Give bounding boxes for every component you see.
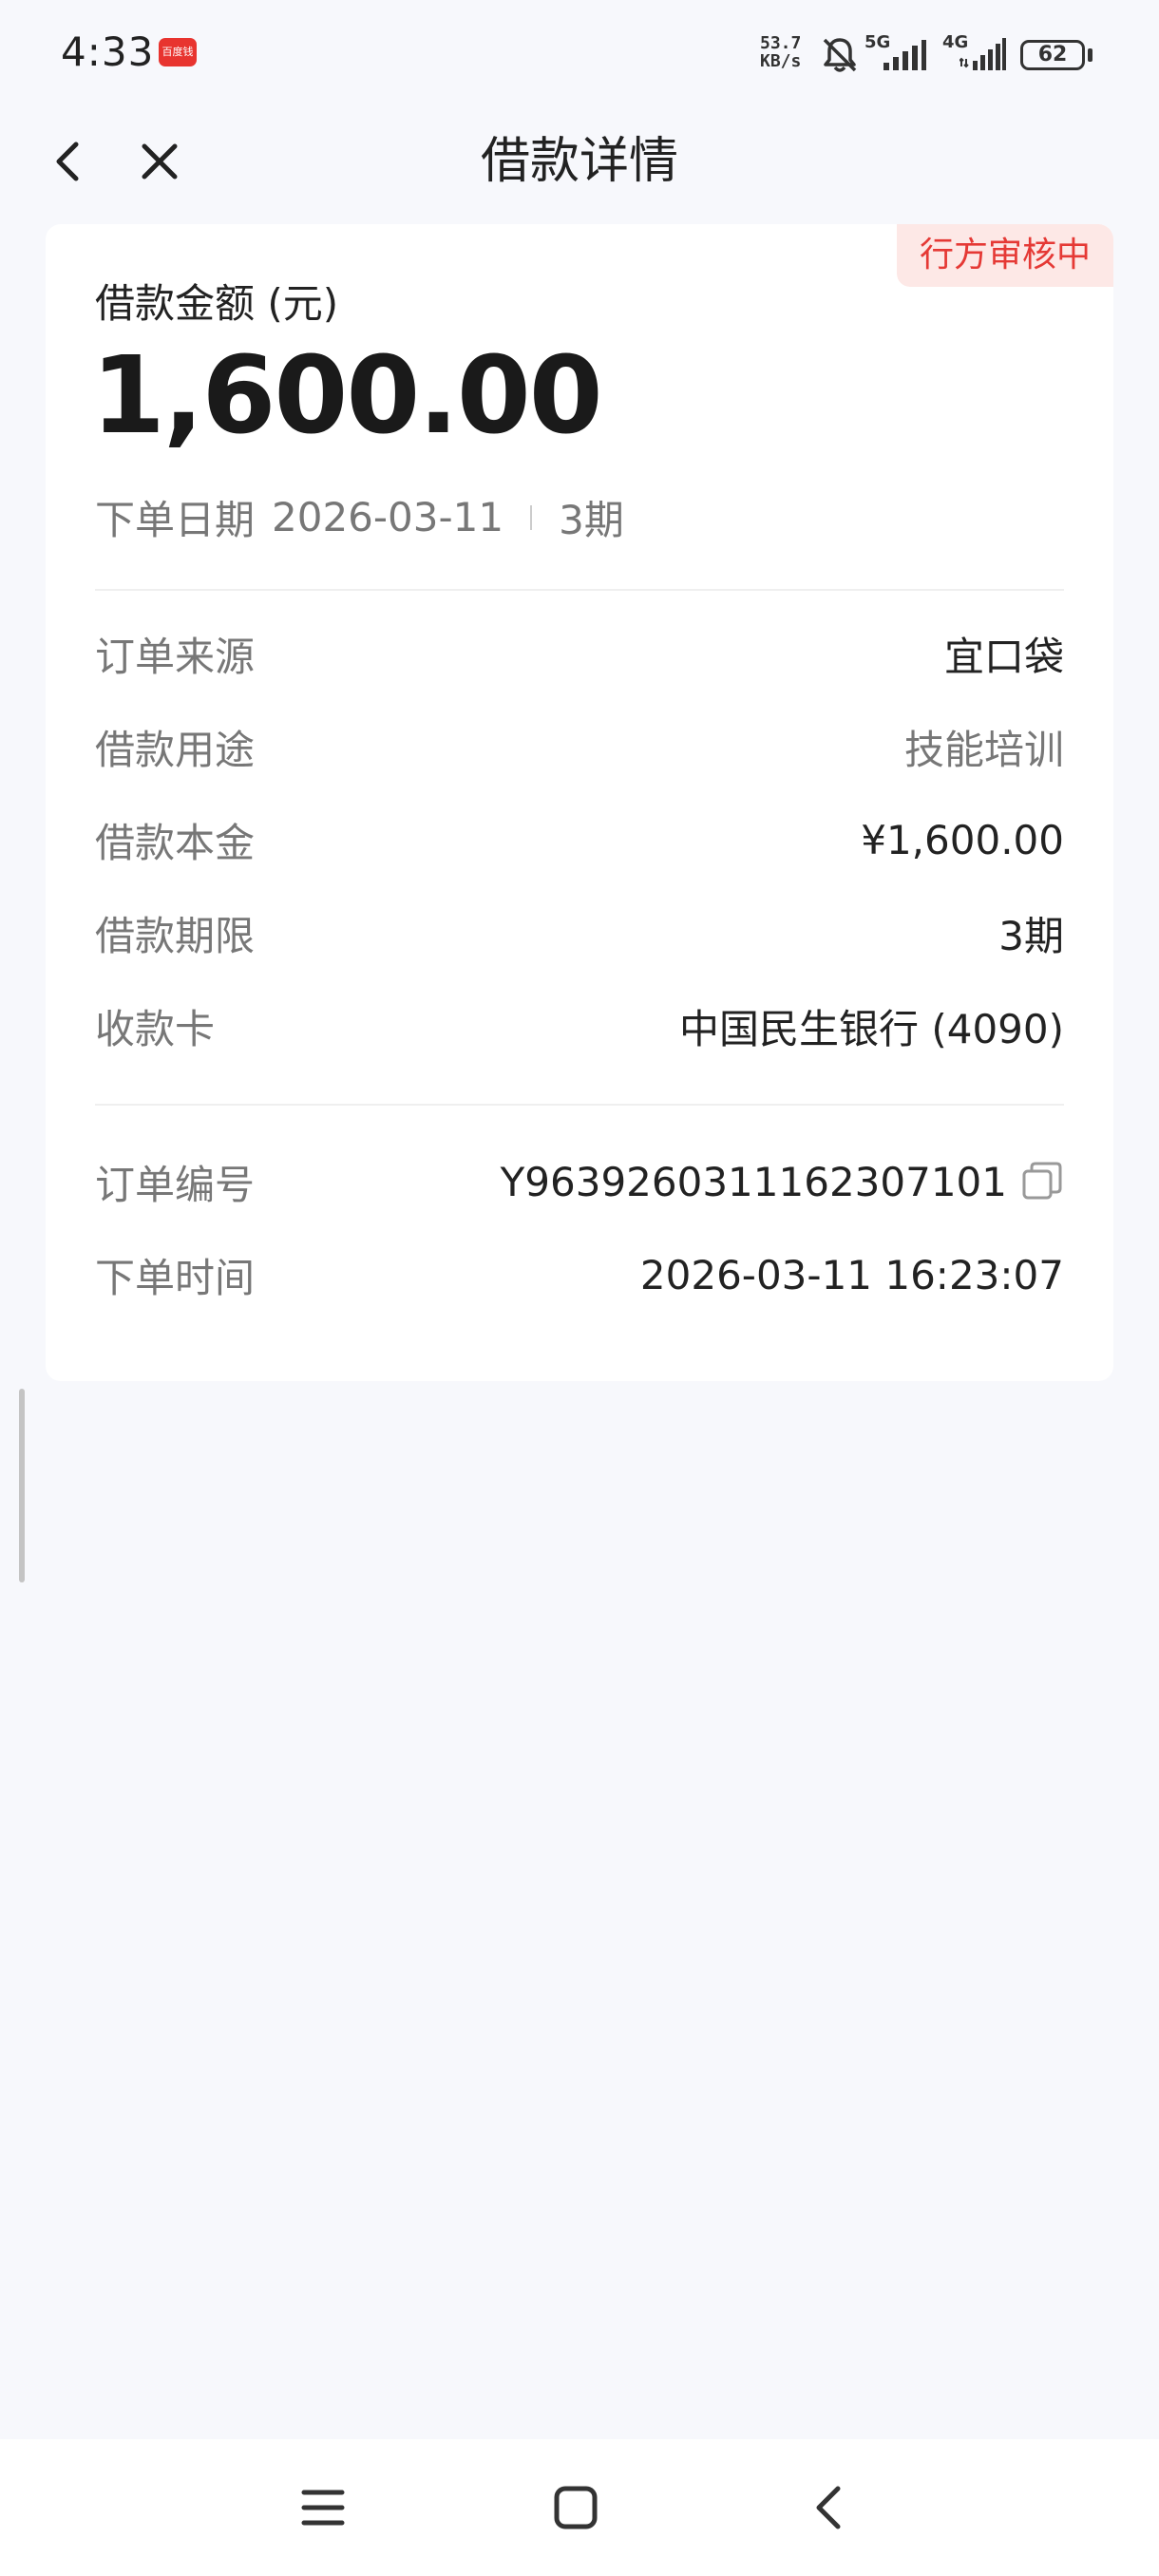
scrollbar[interactable] bbox=[19, 1389, 25, 1582]
loan-amount: 1,600.00 bbox=[91, 334, 603, 458]
order-no-value: Y9639260311162307101 bbox=[500, 1158, 1007, 1205]
detail-value: 中国民生银行 (4090) bbox=[678, 1005, 1064, 1052]
amount-label: 借款金额 (元) bbox=[95, 280, 339, 327]
system-nav-bar bbox=[0, 2439, 1159, 2576]
detail-value: ¥1,600.00 bbox=[861, 816, 1064, 863]
mute-bell-icon bbox=[823, 38, 857, 72]
detail-label: 借款期限 bbox=[95, 912, 256, 959]
back-chevron-icon bbox=[816, 2486, 841, 2529]
detail-row-order-no: 订单编号 Y9639260311162307101 bbox=[95, 1153, 1064, 1210]
detail-row-purpose: 借款用途 技能培训 bbox=[95, 718, 1064, 775]
order-time-value: 2026-03-11 16:23:07 bbox=[639, 1251, 1064, 1298]
order-no-group: Y9639260311162307101 bbox=[501, 1159, 1064, 1205]
detail-row-principal: 借款本金 ¥1,600.00 bbox=[95, 811, 1064, 868]
menu-icon bbox=[301, 2490, 345, 2526]
copy-icon bbox=[1022, 1162, 1062, 1200]
page-title: 借款详情 bbox=[480, 133, 678, 190]
detail-label: 借款本金 bbox=[95, 819, 256, 866]
section-divider-2 bbox=[95, 1104, 1064, 1106]
status-badge: 行方审核中 bbox=[897, 224, 1113, 287]
detail-value: 3期 bbox=[998, 912, 1064, 959]
network-speed: 53.7 KB/s bbox=[760, 33, 802, 71]
signal-bars-icon-2 bbox=[960, 38, 1006, 70]
battery-nub bbox=[1088, 48, 1092, 62]
order-summary: 下单日期 2026-03-11 3期 bbox=[95, 488, 624, 546]
summary-divider bbox=[530, 504, 533, 530]
detail-row-card: 收款卡 中国民生银行 (4090) bbox=[95, 997, 1064, 1054]
copy-button[interactable] bbox=[1020, 1160, 1064, 1203]
status-time: 4:33 bbox=[61, 28, 155, 75]
detail-row-source: 订单来源 宜口袋 bbox=[95, 625, 1064, 682]
home-button[interactable] bbox=[542, 2473, 610, 2542]
order-date-label: 下单日期 bbox=[95, 497, 256, 543]
detail-value: 技能培训 bbox=[903, 726, 1064, 773]
detail-value: 宜口袋 bbox=[943, 633, 1064, 680]
term-summary: 3期 bbox=[559, 497, 624, 543]
order-no-label: 订单编号 bbox=[95, 1161, 256, 1208]
notification-app-icon: 百度钱包 bbox=[159, 38, 197, 66]
detail-row-order-time: 下单时间 2026-03-11 16:23:07 bbox=[95, 1246, 1064, 1303]
signal-bars-icon bbox=[884, 40, 926, 70]
detail-label: 收款卡 bbox=[95, 1005, 216, 1052]
header: 借款详情 bbox=[0, 104, 1159, 218]
loan-detail-card: 行方审核中 借款金额 (元) 1,600.00 下单日期 2026-03-11 … bbox=[46, 224, 1113, 1381]
section-divider bbox=[95, 589, 1064, 591]
detail-label: 借款用途 bbox=[95, 726, 256, 773]
home-square-icon bbox=[554, 2486, 598, 2529]
status-bar: 4:33 百度钱包 53.7 KB/s 5G 4G 62 bbox=[0, 0, 1159, 104]
detail-label: 订单来源 bbox=[95, 633, 256, 680]
order-date: 2026-03-11 bbox=[272, 494, 504, 540]
recent-apps-button[interactable] bbox=[289, 2473, 357, 2542]
order-time-label: 下单时间 bbox=[95, 1254, 256, 1301]
system-back-button[interactable] bbox=[794, 2473, 863, 2542]
battery-indicator: 62 bbox=[1020, 40, 1085, 70]
detail-row-term: 借款期限 3期 bbox=[95, 904, 1064, 961]
